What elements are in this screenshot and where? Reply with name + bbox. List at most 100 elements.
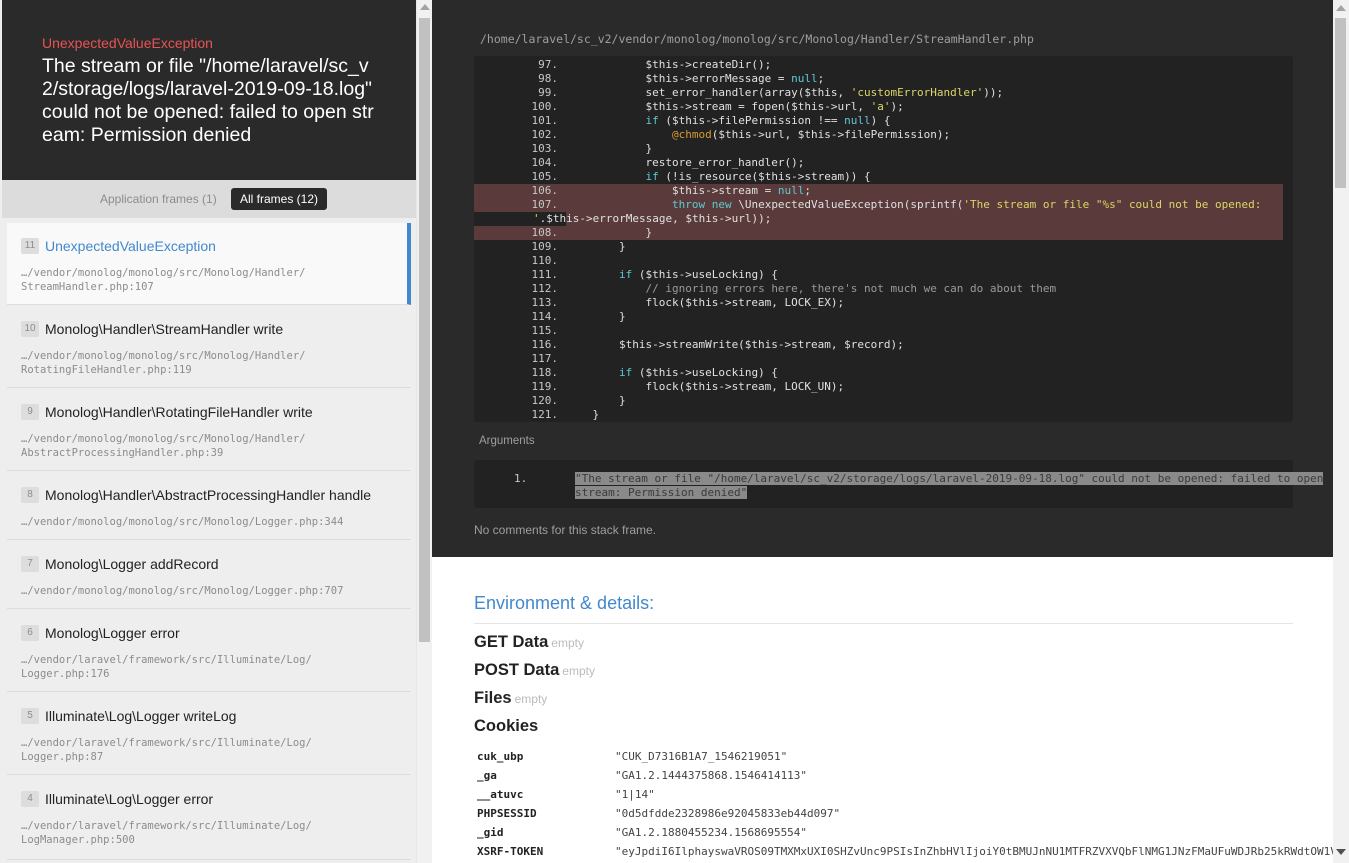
- frame-path: …/vendor/laravel/framework/src/Illuminat…: [21, 819, 341, 847]
- cookie-value: "CUK_D7316B1A7_1546219051": [615, 750, 788, 763]
- line-number: 117.: [531, 352, 559, 365]
- cookie-value: "eyJpdiI6IlphayswaVROS09TMXMxUXI0SHZvUnc…: [615, 845, 1337, 858]
- line-number: 103.: [531, 142, 559, 155]
- frame-list: 11 UnexpectedValueException …/vendor/monol…: [2, 220, 416, 863]
- stack-frame[interactable]: 10 Monolog\Handler\StreamHandler write …/v…: [7, 306, 411, 388]
- cookie-key: _gid: [477, 826, 504, 839]
- frame-path: …/vendor/monolog/monolog/src/Monolog/Log…: [21, 515, 343, 529]
- code-line: 115.: [474, 324, 1283, 338]
- argument-value: "The stream or file "/home/laravel/sc_v2…: [575, 472, 1335, 500]
- frame-filter-tabs: Application frames (1) All frames (12): [2, 180, 416, 218]
- cookie-key: PHPSESSID: [477, 807, 537, 820]
- frame-path: …/vendor/monolog/monolog/src/Monolog/Log…: [21, 584, 343, 598]
- code-line: 99. set_error_handler(array($this, 'cust…: [474, 86, 1283, 100]
- code-viewer: /home/laravel/sc_v2/vendor/monolog/monol…: [432, 0, 1333, 557]
- code-line: 117.: [474, 352, 1283, 366]
- argument-value-text: "The stream or file "/home/laravel/sc_v2…: [575, 472, 1324, 499]
- frame-path-line: …/vendor/laravel/framework/src/Illuminat…: [21, 820, 312, 832]
- frame-path: …/vendor/monolog/monolog/src/Monolog/Han…: [21, 432, 341, 460]
- stack-frame[interactable]: 11 UnexpectedValueException …/vendor/monol…: [7, 223, 411, 305]
- code-line: 112. // ignoring errors here, there's no…: [474, 282, 1283, 296]
- scroll-up-arrow-icon[interactable]: [1336, 5, 1346, 11]
- stack-frame[interactable]: 7 Monolog\Logger addRecord …/vendor/monolo…: [7, 541, 411, 609]
- stack-frame[interactable]: 9 Monolog\Handler\RotatingFileHandler wri…: [7, 389, 411, 471]
- frame-path-line: …/vendor/laravel/framework/src/Illuminat…: [21, 737, 312, 749]
- code-text: '.$this->errorMessage, $this->url));: [533, 212, 772, 225]
- code-line: '.$this->errorMessage, $this->url));: [474, 212, 1283, 226]
- cookie-key: __atuvc: [477, 788, 524, 801]
- scrollbar-thumb[interactable]: [1335, 18, 1346, 188]
- page-scrollbar[interactable]: [1333, 0, 1349, 863]
- code-line: 104. restore_error_handler();: [474, 156, 1283, 170]
- post-data-label: POST Data: [474, 661, 560, 679]
- code-line: 108. }: [474, 226, 1283, 240]
- code-line: 120. }: [474, 394, 1283, 408]
- post-data-empty: empty: [562, 664, 595, 678]
- cookie-value: "0d5dfdde2328986e92045833eb44d097": [615, 807, 841, 820]
- frame-class: Illuminate\Log\Logger writeLog: [45, 708, 237, 724]
- code-text: }: [566, 142, 653, 155]
- code-text: }: [566, 310, 626, 323]
- code-line: 113. flock($this->stream, LOCK_EX);: [474, 296, 1283, 310]
- line-number: 102.: [531, 128, 559, 141]
- code-text: if ($this->useLocking) {: [618, 268, 778, 281]
- line-number: 109.: [531, 240, 559, 253]
- code-line: 116. $this->streamWrite($this->stream, $…: [474, 338, 1283, 352]
- frame-path-line: StreamHandler.php:107: [21, 281, 154, 293]
- line-number: 111.: [531, 268, 559, 281]
- cookie-key: XSRF-TOKEN: [477, 845, 544, 858]
- cookie-key: cuk_ubp: [477, 750, 524, 763]
- line-number: 104.: [531, 156, 559, 169]
- code-text: $this->streamWrite($this->stream, $recor…: [566, 338, 904, 351]
- code-text: throw new \UnexpectedValueException(spri…: [671, 198, 1269, 211]
- line-number: 105.: [531, 170, 559, 183]
- cookie-value: "GA1.2.1880455234.1568695554": [615, 826, 808, 839]
- frame-path-line: …/vendor/monolog/monolog/src/Monolog/Han…: [21, 350, 306, 362]
- stack-frame[interactable]: 6 Monolog\Logger error …/vendor/laravel/fr…: [7, 610, 411, 692]
- frame-list-scrollbar[interactable]: [416, 0, 432, 863]
- file-path[interactable]: /home/laravel/sc_v2/vendor/monolog/monol…: [480, 32, 1034, 46]
- tab-all-frames[interactable]: All frames (12): [231, 188, 328, 210]
- code-line: 119. flock($this->stream, LOCK_UN);: [474, 380, 1283, 394]
- line-number: 112.: [531, 282, 559, 295]
- scroll-up-arrow-icon[interactable]: [420, 4, 430, 10]
- code-line: 114. }: [474, 310, 1283, 324]
- code-text: $this->createDir();: [566, 58, 772, 71]
- scroll-down-arrow-icon[interactable]: [1336, 849, 1346, 855]
- line-number: 121.: [531, 408, 559, 421]
- tab-application-frames[interactable]: Application frames (1): [91, 188, 226, 210]
- code-line: 103. }: [474, 142, 1283, 156]
- stack-frame[interactable]: 4 Illuminate\Log\Logger error …/vendor/lar…: [7, 776, 411, 860]
- get-data-empty: empty: [551, 636, 584, 650]
- files-empty: empty: [514, 692, 548, 706]
- line-number: 100.: [531, 100, 559, 113]
- cookies-heading: Cookies: [474, 717, 539, 735]
- stack-frame[interactable]: 5 Illuminate\Log\Logger writeLog …/vendor/…: [7, 693, 411, 775]
- line-number: 107.: [531, 198, 559, 211]
- line-number: 108.: [531, 226, 559, 239]
- code-text: if ($this->useLocking) {: [618, 366, 778, 379]
- code-block: 97. $this->createDir(); 98. $this->errorM…: [474, 56, 1293, 422]
- get-data-heading: GET Data empty: [474, 633, 584, 652]
- scrollbar-thumb[interactable]: [419, 18, 430, 642]
- code-text: restore_error_handler();: [566, 156, 805, 169]
- code-text: }: [566, 394, 626, 407]
- frame-path-line: …/vendor/laravel/framework/src/Illuminat…: [21, 654, 312, 666]
- details-panel: /home/laravel/sc_v2/vendor/monolog/monol…: [432, 0, 1337, 863]
- code-text: }: [566, 240, 626, 253]
- code-text: if (!is_resource($this->stream)) {: [645, 170, 871, 183]
- line-number: 120.: [531, 394, 559, 407]
- frame-class: Monolog\Handler\AbstractProcessingHandle…: [45, 487, 372, 503]
- frames-panel: UnexpectedValueException The stream or f…: [0, 0, 432, 863]
- frame-path: …/vendor/laravel/framework/src/Illuminat…: [21, 736, 341, 764]
- cookie-value: "GA1.2.1444375868.1546414113": [615, 769, 808, 782]
- frame-class: Monolog\Handler\RotatingFileHandler writ…: [45, 404, 313, 420]
- code-line: 102. @chmod($this->url, $this->filePermi…: [474, 128, 1283, 142]
- argument-number: 1.: [514, 472, 528, 485]
- code-line: 97. $this->createDir();: [474, 58, 1283, 72]
- line-number: 101.: [531, 114, 559, 127]
- frame-path-line: LogManager.php:500: [21, 834, 135, 846]
- stack-frame[interactable]: 8 Monolog\Handler\AbstractProcessingHandl…: [7, 472, 411, 540]
- frame-path-line: RotatingFileHandler.php:119: [21, 364, 192, 376]
- code-line: 101. if ($this->filePermission !== null)…: [474, 114, 1283, 128]
